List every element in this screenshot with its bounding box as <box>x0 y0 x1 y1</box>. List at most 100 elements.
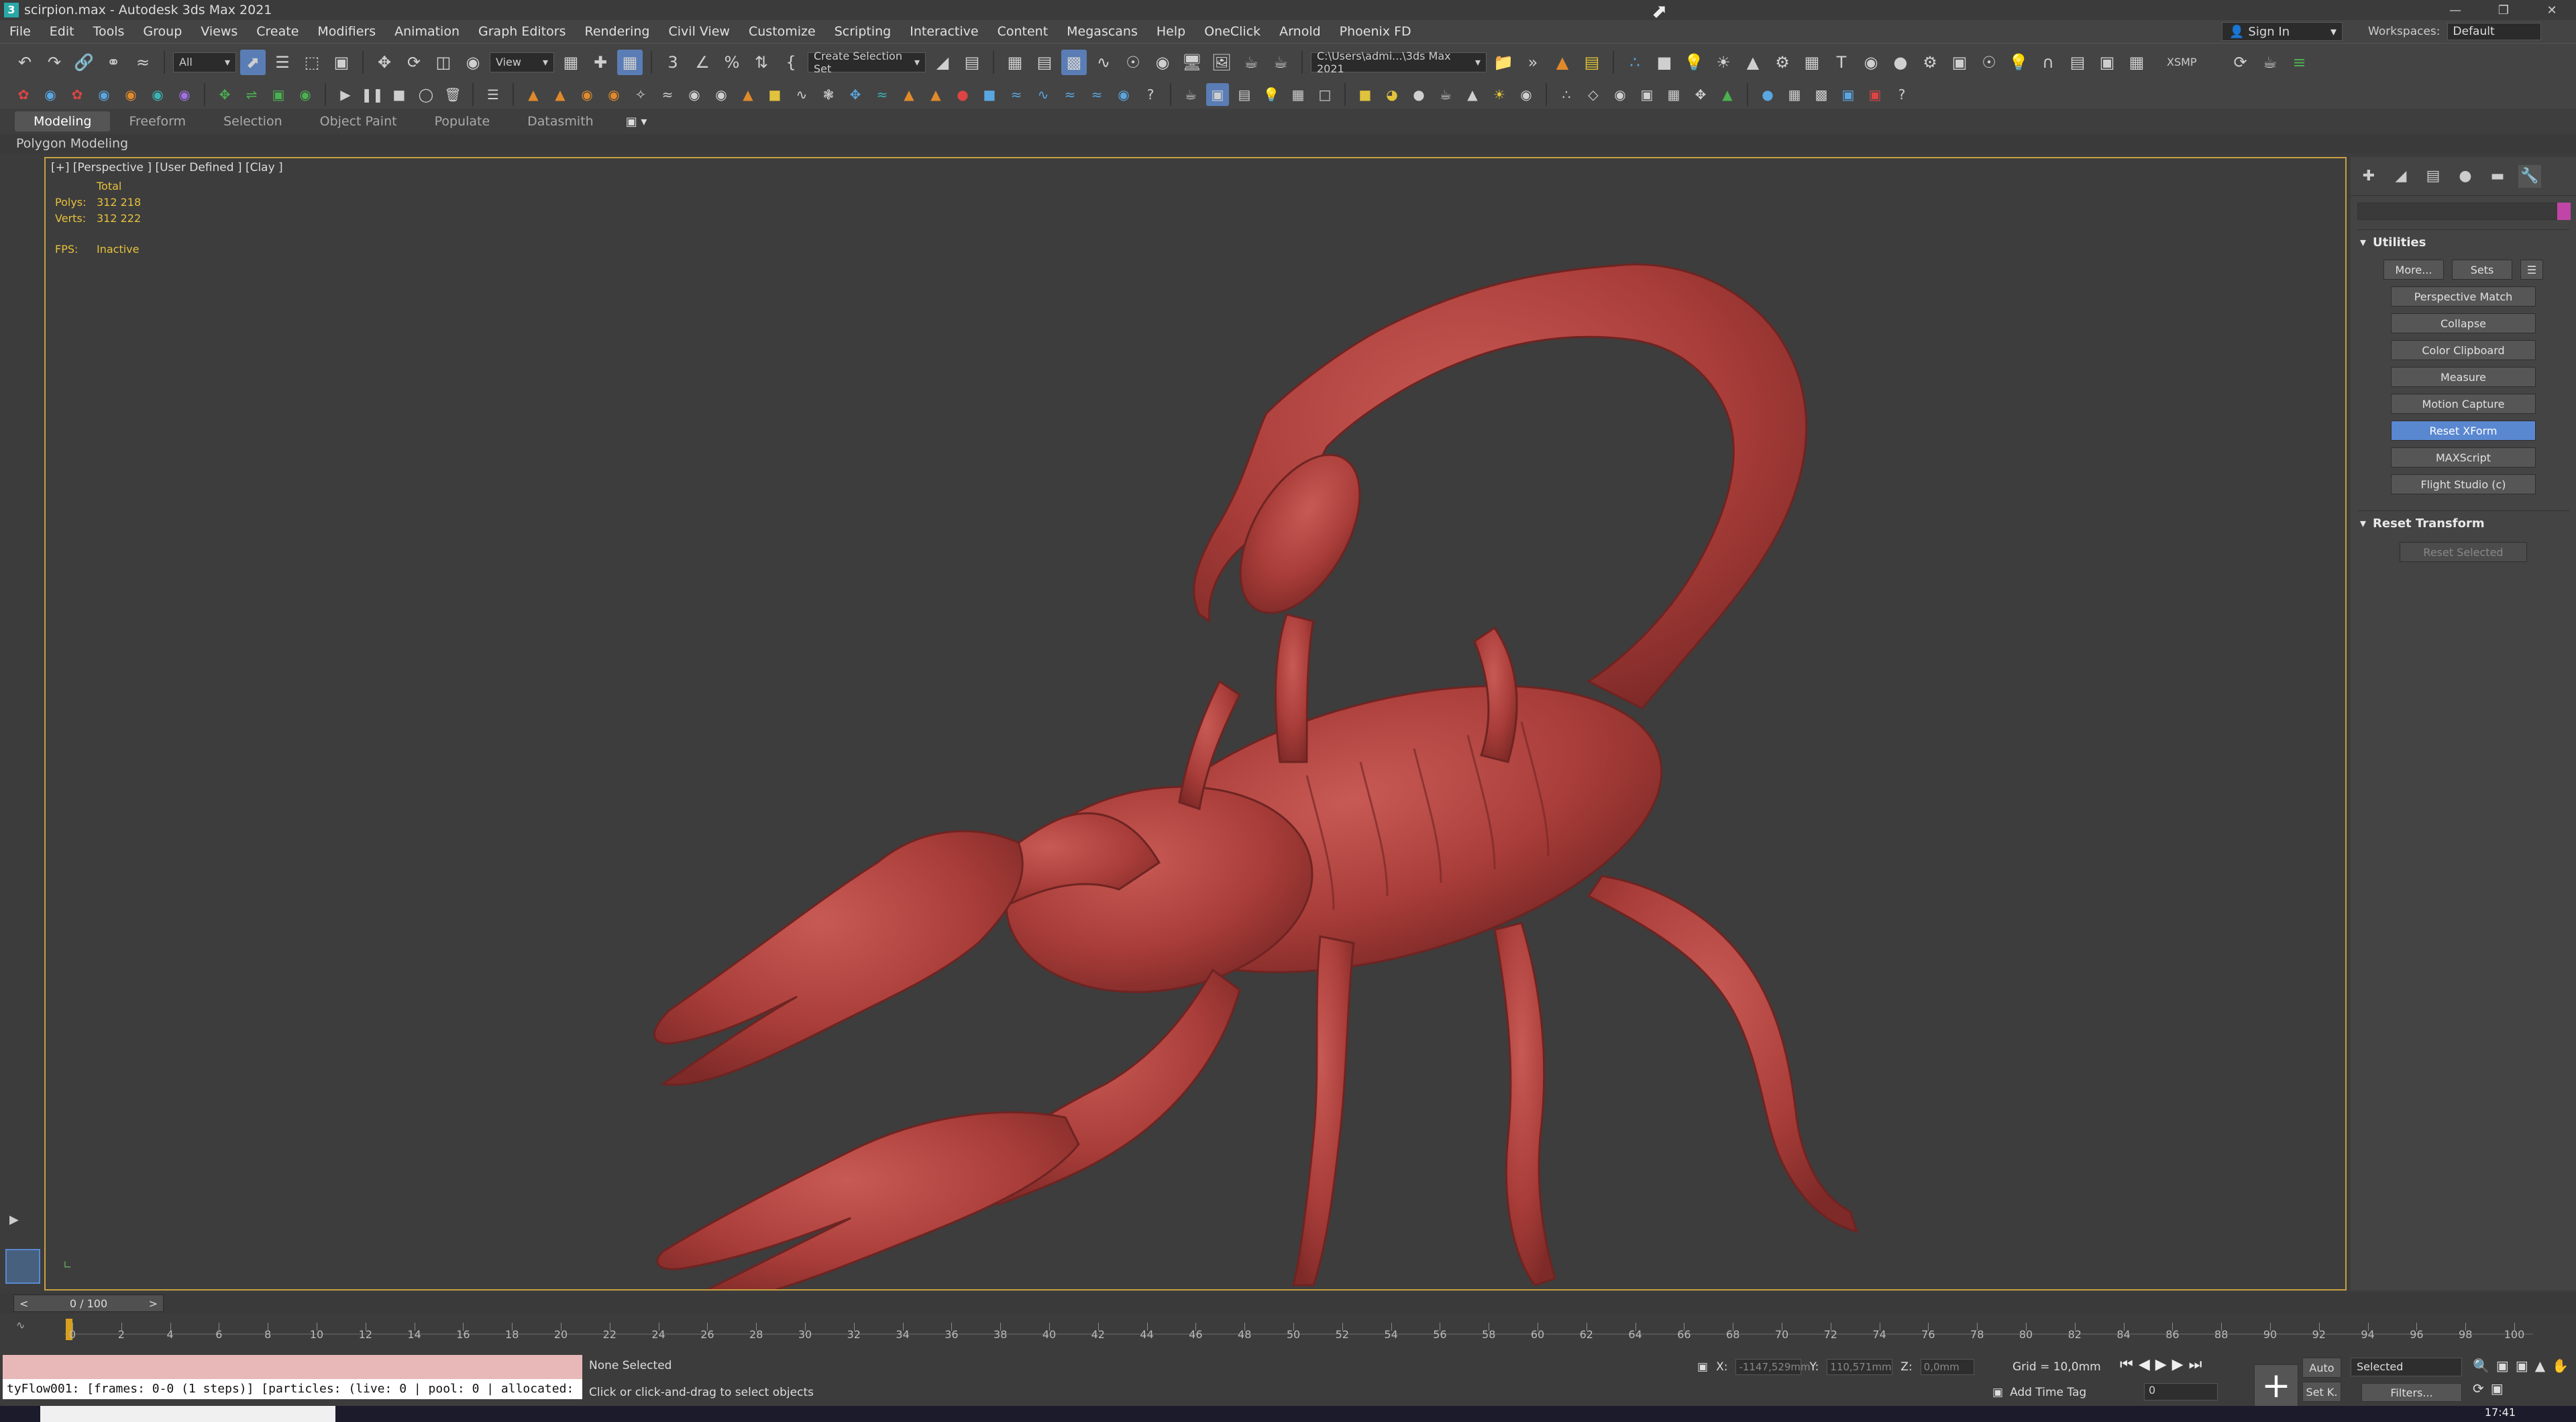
project-folder-dropdown[interactable]: C:\Users\admi...\3ds Max 2021 ▾ <box>1311 50 1487 75</box>
scorpion-model[interactable] <box>46 158 2345 1289</box>
create-camera-icon[interactable]: ◉ <box>93 83 115 106</box>
next-frame-icon[interactable]: > <box>149 1297 158 1310</box>
hierarchy-tab-icon[interactable]: ▤ <box>2422 165 2445 188</box>
select-object-icon[interactable]: ⬈ <box>240 49 266 75</box>
viewport-label[interactable]: [+] [Perspective ] [User Defined ] [Clay… <box>51 161 283 174</box>
isolate-icon[interactable]: ▣ <box>1697 1360 1708 1374</box>
particle-flow-icon[interactable]: ≈ <box>656 83 679 106</box>
scatter-icon[interactable]: ✥ <box>1689 83 1712 106</box>
smoke-icon[interactable]: ▲ <box>737 83 759 106</box>
spin-icon[interactable]: ⟳ <box>2228 50 2253 75</box>
list-icon[interactable]: ☰ <box>482 83 504 106</box>
delete-icon[interactable]: 🗑 <box>441 83 464 106</box>
go-to-end-icon[interactable]: ⏭ <box>2189 1356 2202 1373</box>
taskbar-search[interactable] <box>40 1406 335 1422</box>
pan-icon[interactable]: ✋ <box>2552 1358 2569 1374</box>
more-button[interactable]: More... <box>2383 260 2444 280</box>
vfb-icon[interactable]: ▣ <box>1864 83 1886 106</box>
scene-explorer-icon[interactable]: ▦ <box>1002 50 1028 75</box>
fire-source-icon[interactable]: ▲ <box>549 83 572 106</box>
selection-filter-dropdown[interactable]: All ▾ <box>173 52 236 72</box>
restore-button[interactable]: ❐ <box>2479 0 2528 20</box>
tab-datasmith[interactable]: Datasmith <box>508 111 612 131</box>
create-light-icon[interactable]: ✿ <box>66 83 89 106</box>
sphere-object-icon[interactable]: ◉ <box>1609 83 1631 106</box>
frame-buffer-icon[interactable]: ▦ <box>1799 50 1825 75</box>
sign-in-dropdown[interactable]: 👤 Sign In ▾ <box>2222 22 2343 41</box>
splash-icon[interactable]: ❃ <box>817 83 840 106</box>
orbit-icon[interactable]: ⟳ <box>2473 1380 2484 1397</box>
plane-light-icon[interactable]: ■ <box>1354 83 1377 106</box>
scale-icon[interactable]: ◫ <box>431 50 456 75</box>
play-icon[interactable]: ▶ <box>334 83 357 106</box>
edit-named-selection-icon[interactable]: { <box>778 50 804 75</box>
bulb-icon[interactable]: ◉ <box>1858 50 1884 75</box>
snaps-toggle-icon[interactable]: 3 <box>660 50 686 75</box>
track-bar[interactable]: ∿ 0 2 4 6 8 10 12 14 16 18 20 22 24 26 28 30 32 34 36 38 40 4… <box>0 1313 2576 1351</box>
collapse-button[interactable]: Collapse <box>2391 313 2536 333</box>
tyflow-scale-icon[interactable]: ▣ <box>267 83 290 106</box>
command-panel-search[interactable] <box>2357 203 2568 220</box>
stop-icon[interactable]: ■ <box>388 83 411 106</box>
teapot-render-icon[interactable]: ☕ <box>1179 83 1202 106</box>
toggle-ribbon-icon[interactable]: ▩ <box>1061 49 1087 75</box>
keyboard-shortcut-override-icon[interactable]: ▦ <box>617 49 643 75</box>
select-manipulate-icon[interactable]: ✚ <box>588 50 613 75</box>
burn-icon[interactable]: ▲ <box>898 83 920 106</box>
reset-icon[interactable]: ◯ <box>415 83 437 106</box>
set-key-button[interactable]: Set K. <box>2302 1382 2341 1402</box>
tyflow-object-icon[interactable]: ◉ <box>294 83 317 106</box>
viewport-layout-icon[interactable]: ▣ <box>2094 50 2120 75</box>
foam-icon[interactable]: ∿ <box>790 83 813 106</box>
field-of-view-icon[interactable]: ▲ <box>2535 1358 2545 1374</box>
configure-sets-icon[interactable]: ☰ <box>2520 260 2543 280</box>
rotate-icon[interactable]: ⟳ <box>401 50 427 75</box>
grid-toggle-icon[interactable]: ▦ <box>2124 50 2149 75</box>
stack-icon[interactable]: ≡ <box>2287 50 2312 75</box>
menu-group[interactable]: Group <box>133 24 191 39</box>
candle-icon[interactable]: ▲ <box>924 83 947 106</box>
ribbon-options-icon[interactable]: ▣ ▾ <box>626 115 647 129</box>
percent-snap-icon[interactable]: % <box>719 50 745 75</box>
material-sphere-icon[interactable]: ● <box>1756 83 1779 106</box>
key-filter-dropdown[interactable]: Selected <box>2351 1358 2462 1376</box>
named-selection-dropdown[interactable]: Create Selection Set ▾ <box>808 50 926 75</box>
ies-light-icon[interactable]: ▲ <box>1461 83 1484 106</box>
bind-spacewarp-icon[interactable]: ≈ <box>130 50 156 75</box>
clipper-icon[interactable]: ▣ <box>1635 83 1658 106</box>
auto-key-button[interactable]: Auto <box>2302 1358 2341 1378</box>
lightbulb-icon[interactable]: 💡 <box>2006 50 2031 75</box>
particles-icon[interactable]: ∴ <box>1622 50 1648 75</box>
sphere-light-icon[interactable]: ● <box>1407 83 1430 106</box>
zoom-icon[interactable]: 🔍 <box>2473 1358 2489 1374</box>
shore-icon[interactable]: ≈ <box>1059 83 1081 106</box>
magnet-icon[interactable]: ∩ <box>2035 50 2061 75</box>
tyflow-icon[interactable]: ✥ <box>213 83 236 106</box>
link-icon[interactable]: 🔗 <box>71 50 97 75</box>
perspective-match-button[interactable]: Perspective Match <box>2391 286 2536 307</box>
create-tab-icon[interactable]: ✚ <box>2357 165 2380 188</box>
key-filters-button[interactable]: Filters... <box>2361 1383 2462 1402</box>
wave-icon[interactable]: ≈ <box>1005 83 1028 106</box>
workspaces-dropdown[interactable]: Default <box>2447 23 2541 40</box>
maxscript-listener-input[interactable]: tyFlow001: [frames: 0-0 (1 steps)] [part… <box>3 1379 582 1399</box>
zoom-all-icon[interactable]: ▣ <box>2496 1358 2509 1374</box>
sun-icon[interactable]: ☀ <box>1711 50 1736 75</box>
decal-icon[interactable]: ▦ <box>1662 83 1685 106</box>
reset-xform-button[interactable]: Reset XForm <box>2391 421 2536 441</box>
window-crossing-icon[interactable]: ▣ <box>329 50 354 75</box>
more-tools-icon[interactable]: » <box>1520 50 1546 75</box>
rendered-frame-icon[interactable]: 🖼 <box>1209 50 1234 75</box>
prev-frame-icon[interactable]: < <box>19 1297 28 1310</box>
create-spacewarp-icon[interactable]: ◉ <box>146 83 169 106</box>
menu-modifiers[interactable]: Modifiers <box>308 24 385 39</box>
tree-icon[interactable]: ▲ <box>1716 83 1739 106</box>
asset-icon[interactable]: ▦ <box>1783 83 1806 106</box>
project-folder-icon[interactable]: 📁 <box>1491 50 1516 75</box>
sets-button[interactable]: Sets <box>2452 260 2512 280</box>
layer-explorer-icon[interactable]: ▤ <box>1032 50 1057 75</box>
pivot-center-icon[interactable]: ▦ <box>558 50 584 75</box>
wake-icon[interactable]: ≈ <box>1085 83 1108 106</box>
grid-sim-icon[interactable]: ■ <box>978 83 1001 106</box>
y-coordinate-field[interactable]: 110,571mm <box>1827 1359 1893 1375</box>
